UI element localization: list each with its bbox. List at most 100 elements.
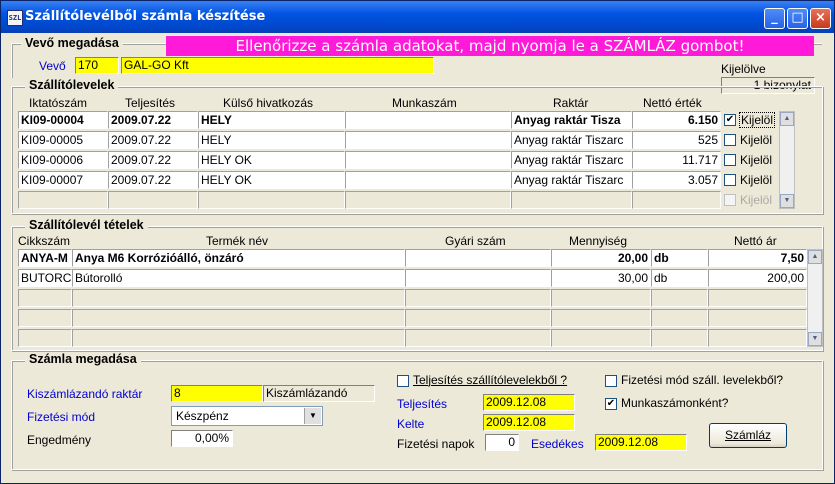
cell-me[interactable] (651, 309, 708, 327)
minimize-button[interactable]: _ (764, 8, 785, 29)
cell-gyari-szam[interactable] (405, 289, 551, 307)
row-checkbox[interactable] (724, 134, 736, 146)
cell-netto[interactable]: 3.057 (632, 171, 721, 189)
fizmod-label: Fizetési mód (27, 410, 96, 424)
engedmeny-field[interactable]: 0,00% (171, 430, 233, 447)
chevron-down-icon[interactable]: ▼ (304, 408, 321, 424)
cell-iktatoszam[interactable] (18, 191, 108, 209)
cell-raktar[interactable]: Anyag raktár Tiszarc (511, 151, 632, 169)
cell-termek-nev[interactable] (72, 289, 405, 307)
cell-munkaszam[interactable] (345, 191, 511, 209)
cell-kulso[interactable]: HELY OK (198, 151, 345, 169)
esedekes-field[interactable]: 2009.12.08 (595, 434, 687, 451)
col-teljesites: Teljesítés (125, 96, 176, 110)
cell-kulso[interactable]: HELY (198, 111, 345, 129)
title-bar[interactable]: SZL Szállítólevélből számla készítése _ … (1, 1, 834, 33)
cell-termek-nev[interactable] (72, 309, 405, 327)
raktar-label: Kiszámlázandó raktár (27, 387, 143, 401)
cell-teljesites[interactable]: 2009.07.22 (108, 131, 198, 149)
scroll-up-button[interactable]: ▲ (780, 112, 794, 126)
arrow-up-icon: ▲ (783, 115, 791, 122)
col-cikkszam: Cikkszám (18, 234, 71, 248)
cell-netto-ar[interactable]: 7,50 (708, 249, 807, 267)
telj-szall-checkbox[interactable] (397, 375, 409, 387)
cell-mennyiseg[interactable] (551, 289, 651, 307)
cell-cikkszam[interactable] (18, 289, 72, 307)
cell-me[interactable]: db (651, 249, 708, 267)
cell-netto-ar[interactable] (708, 329, 807, 347)
cell-kulso[interactable]: HELY (198, 131, 345, 149)
cell-termek-nev[interactable]: Bútorolló (72, 269, 405, 287)
szamlaz-button[interactable]: Számláz (709, 423, 787, 448)
cell-gyari-szam[interactable] (405, 329, 551, 347)
cell-cikkszam[interactable] (18, 309, 72, 327)
szamla-group-label: Számla megadása (25, 352, 141, 366)
cell-cikkszam[interactable]: BUTORC (18, 269, 72, 287)
fiz-napok-field[interactable]: 0 (485, 434, 519, 451)
cell-raktar[interactable] (511, 191, 632, 209)
raktar-code-field[interactable]: 8 (171, 385, 263, 402)
cell-mennyiseg[interactable] (551, 329, 651, 347)
cell-teljesites[interactable]: 2009.07.22 (108, 151, 198, 169)
cell-mennyiseg[interactable] (551, 309, 651, 327)
cell-raktar[interactable]: Anyag raktár Tiszarc (511, 131, 632, 149)
fizmod-szall-label: Fizetési mód száll. levelekből? (621, 373, 784, 387)
cell-mennyiseg[interactable]: 30,00 (551, 269, 651, 287)
scroll-up-button[interactable]: ▲ (808, 250, 822, 264)
vevo-code-field[interactable]: 170 (75, 57, 119, 74)
kelte-label: Kelte (397, 417, 425, 431)
row-check-label: Kijelöl (740, 173, 773, 187)
cell-me[interactable] (651, 329, 708, 347)
cell-iktatoszam[interactable]: KI09-00006 (18, 151, 108, 169)
cell-munkaszam[interactable] (345, 171, 511, 189)
cell-iktatoszam[interactable]: KI09-00007 (18, 171, 108, 189)
cell-me[interactable] (651, 289, 708, 307)
row-check-label: Kijelöl (739, 112, 776, 128)
close-button[interactable]: × (810, 8, 831, 29)
cell-netto[interactable] (632, 191, 721, 209)
row-checkbox[interactable] (724, 154, 736, 166)
tetel-scrollbar[interactable]: ▲ ▼ (807, 249, 823, 347)
cell-gyari-szam[interactable] (405, 269, 551, 287)
cell-teljesites[interactable]: 2009.07.22 (108, 171, 198, 189)
cell-gyari-szam[interactable] (405, 309, 551, 327)
scroll-down-button[interactable]: ▼ (780, 194, 794, 208)
cell-netto[interactable]: 6.150 (632, 111, 721, 129)
maximize-button[interactable]: □ (787, 8, 808, 29)
fizmod-szall-checkbox[interactable] (605, 375, 617, 387)
scroll-down-button[interactable]: ▼ (808, 332, 822, 346)
cell-netto-ar[interactable] (708, 289, 807, 307)
cell-munkaszam[interactable] (345, 131, 511, 149)
cell-munkaszam[interactable] (345, 111, 511, 129)
munkaszam-checkbox[interactable]: ✔ (605, 398, 617, 410)
vevo-name-field[interactable]: GAL-GO Kft (121, 57, 434, 74)
cell-munkaszam[interactable] (345, 151, 511, 169)
cell-raktar[interactable]: Anyag raktár Tiszarc (511, 171, 632, 189)
vevo-label: Vevő (39, 59, 66, 73)
cell-netto-ar[interactable] (708, 309, 807, 327)
cell-netto-ar[interactable]: 200,00 (708, 269, 807, 287)
cell-termek-nev[interactable]: Anya M6 Korrózióálló, önzáró (72, 249, 405, 267)
row-checkbox[interactable] (724, 174, 736, 186)
cell-me[interactable]: db (651, 269, 708, 287)
row-checkbox[interactable]: ✔ (724, 114, 736, 126)
cell-kulso[interactable] (198, 191, 345, 209)
cell-teljesites[interactable] (108, 191, 198, 209)
cell-raktar[interactable]: Anyag raktár Tisza (511, 111, 632, 129)
cell-gyari-szam[interactable] (405, 249, 551, 267)
szallito-scrollbar[interactable]: ▲ ▼ (779, 111, 795, 209)
cell-netto[interactable]: 11.717 (632, 151, 721, 169)
cell-iktatoszam[interactable]: KI09-00005 (18, 131, 108, 149)
cell-cikkszam[interactable]: ANYA-M (18, 249, 72, 267)
cell-iktatoszam[interactable]: KI09-00004 (18, 111, 108, 129)
cell-termek-nev[interactable] (72, 329, 405, 347)
cell-teljesites[interactable]: 2009.07.22 (108, 111, 198, 129)
col-gyari-szam: Gyári szám (445, 234, 506, 248)
teljesites-field[interactable]: 2009.12.08 (483, 394, 575, 411)
cell-kulso[interactable]: HELY OK (198, 171, 345, 189)
fizmod-select[interactable]: Készpénz ▼ (171, 406, 323, 426)
cell-cikkszam[interactable] (18, 329, 72, 347)
cell-mennyiseg[interactable]: 20,00 (551, 249, 651, 267)
cell-netto[interactable]: 525 (632, 131, 721, 149)
kelte-field[interactable]: 2009.12.08 (483, 414, 575, 431)
